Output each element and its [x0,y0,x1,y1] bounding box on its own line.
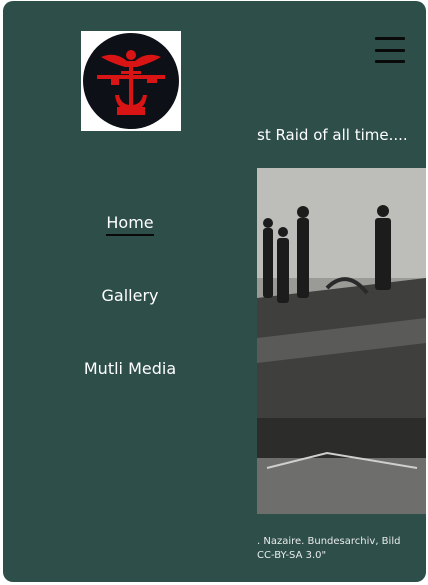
hamburger-bar [375,48,405,52]
caption-line-2: CC-BY-SA 3.0" [257,550,327,561]
page-headline: st Raid of all time.... [257,126,408,144]
nav-item-label: Gallery [101,286,159,305]
nav-item-gallery[interactable]: Gallery [3,286,257,305]
nav-item-multimedia[interactable]: Mutli Media [3,359,257,378]
app-window: st Raid of all time.... . Nazaire. Bunde… [3,1,426,582]
photo-caption: . Nazaire. Bundesarchiv, Bild CC-BY-SA 3… [257,535,426,563]
hamburger-bar [375,37,405,40]
ship-photo-graphic [257,168,426,514]
hamburger-menu-icon[interactable] [375,37,405,63]
nav-item-home[interactable]: Home [3,213,257,236]
nav-item-label: Home [106,213,154,236]
caption-line-1: . Nazaire. Bundesarchiv, Bild [257,536,401,547]
nav-item-label: Mutli Media [83,359,177,378]
side-nav: Home Gallery Mutli Media [3,1,257,582]
hamburger-bar [375,60,405,63]
hero-photo [257,168,426,514]
